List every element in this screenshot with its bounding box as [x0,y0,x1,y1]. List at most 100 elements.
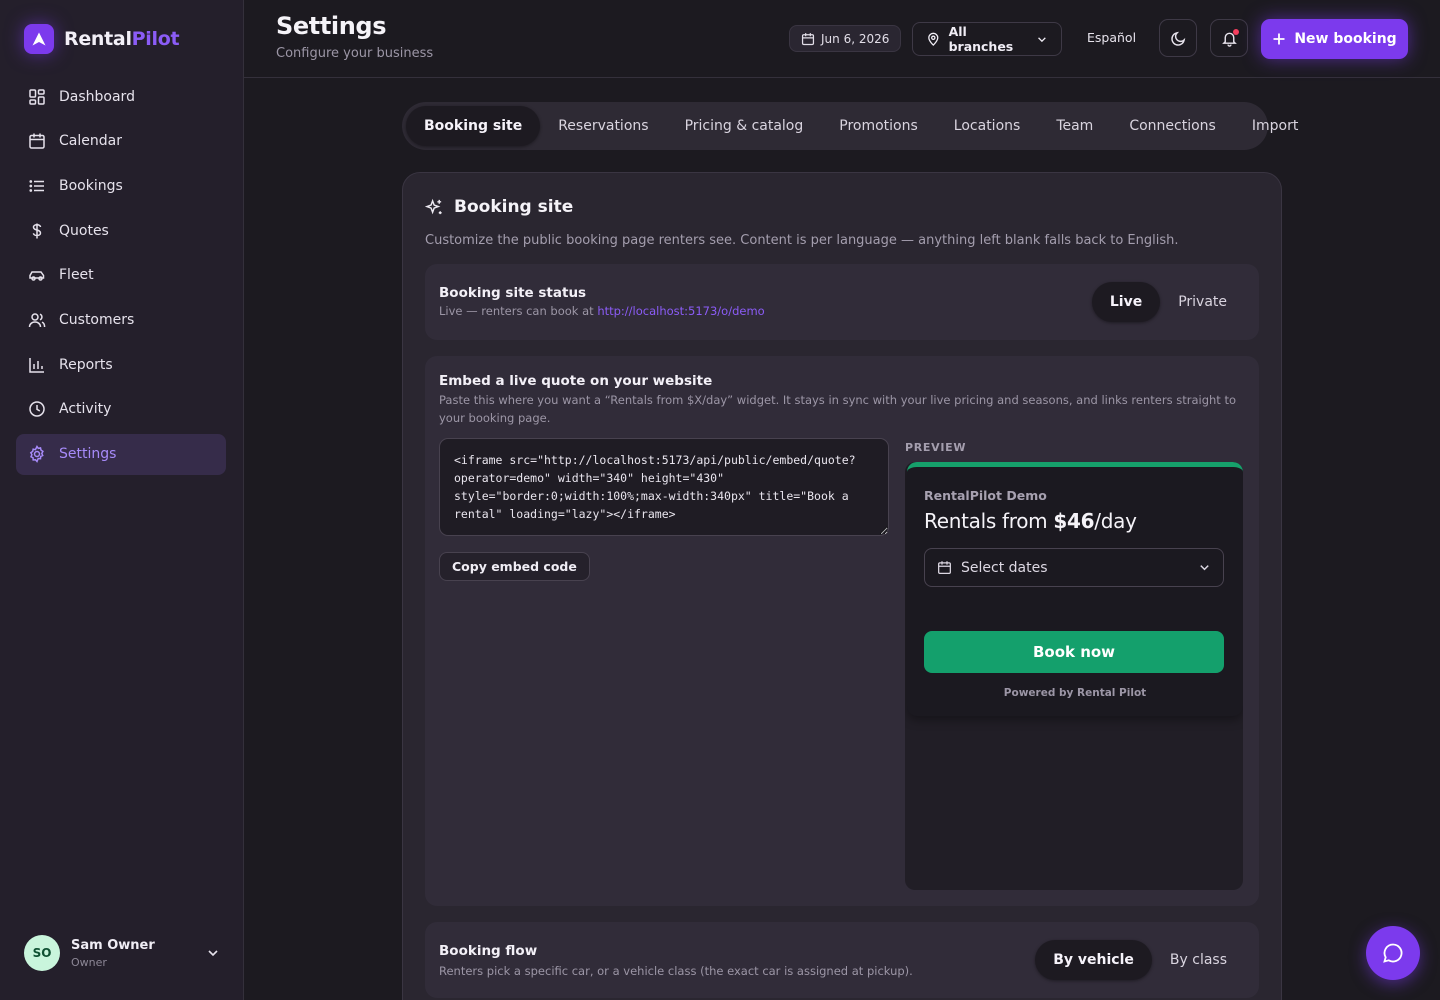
tab-locations[interactable]: Locations [936,106,1039,146]
dashboard-icon [29,88,45,105]
brand-name: RentalPilot [64,28,180,50]
sidebar-item-customers[interactable]: Customers [16,299,226,340]
widget-book-now-button[interactable]: Book now [924,631,1224,673]
brand-name-part1: Rental [64,28,132,50]
notification-dot [1233,29,1239,35]
card-description: Customize the public booking page renter… [425,233,1179,248]
flow-option-by-class[interactable]: By class [1152,940,1245,980]
calendar-icon [938,561,951,574]
sidebar-item-label: Bookings [59,177,123,194]
sidebar-item-settings[interactable]: Settings [16,433,226,475]
map-pin-icon [928,32,939,46]
page-subtitle: Configure your business [276,46,434,61]
tab-promotions[interactable]: Promotions [821,106,936,146]
user-menu[interactable]: SO Sam Owner Owner [24,935,220,971]
date-chip[interactable]: Jun 6, 2026 [789,25,902,52]
theme-toggle-button[interactable] [1159,19,1197,57]
sidebar-item-label: Reports [59,356,113,373]
status-option-private[interactable]: Private [1160,282,1245,322]
brand-logo[interactable]: RentalPilot [24,24,180,54]
avatar: SO [24,935,60,971]
flow-description: Renters pick a specific car, or a vehicl… [439,964,913,978]
car-icon [29,271,45,281]
flow-option-by-vehicle[interactable]: By vehicle [1035,940,1152,980]
widget-rate: Rentals from $46/day [924,509,1137,533]
sidebar-item-calendar[interactable]: Calendar [16,121,226,162]
branch-select[interactable]: All branches [912,22,1062,56]
sidebar-item-label: Quotes [59,222,109,239]
sidebar-nav: Dashboard Calendar Bookings Quotes Fleet… [16,76,226,478]
notifications-button[interactable] [1210,19,1248,57]
booking-flow-panel: Booking flow Renters pick a specific car… [425,922,1259,998]
embed-title: Embed a live quote on your website [439,373,713,389]
chevron-down-icon [1038,36,1046,42]
widget-rate-suffix: /day [1094,509,1137,533]
language-switch[interactable]: Español [1087,30,1136,45]
widget-rate-value: $46 [1053,509,1095,533]
flow-title: Booking flow [439,943,538,959]
new-booking-label: New booking [1294,31,1397,47]
tab-pricing-catalog[interactable]: Pricing & catalog [667,106,822,146]
sidebar-item-label: Customers [59,311,135,328]
embed-code-textarea[interactable]: <iframe src="http://localhost:5173/api/p… [439,438,889,536]
date-label: Jun 6, 2026 [821,31,890,46]
chat-bubble-icon [1383,943,1403,963]
widget-operator: RentalPilot Demo [924,488,1047,503]
moon-icon [1170,31,1185,46]
chat-button[interactable] [1366,926,1420,980]
sidebar-item-bookings[interactable]: Bookings [16,165,226,206]
sidebar-item-reports[interactable]: Reports [16,344,226,385]
status-desc-text: Live — renters can book at [439,304,598,318]
preview-area: RentalPilot Demo Rentals from $46/day Se… [905,462,1243,890]
page-header: Settings Configure your business Jun 6, … [244,0,1440,78]
sidebar-item-dashboard[interactable]: Dashboard [16,76,226,117]
user-name: Sam Owner [71,937,155,953]
sidebar-item-quotes[interactable]: Quotes [16,210,226,251]
sidebar-item-activity[interactable]: Activity [16,389,226,430]
chevron-down-icon[interactable] [206,946,220,960]
list-icon [29,180,44,192]
embed-panel: Embed a live quote on your website Paste… [425,356,1259,906]
card-title: Booking site [425,197,573,217]
booking-site-status-panel: Booking site status Live — renters can b… [425,264,1259,340]
tab-reservations[interactable]: Reservations [540,106,666,146]
new-booking-button[interactable]: New booking [1261,19,1408,59]
sidebar-item-label: Activity [59,401,112,418]
branch-label: All branches [948,24,1014,54]
status-title: Booking site status [439,285,587,301]
calendar-icon [801,32,815,45]
widget-select-label: Select dates [961,559,1048,576]
brand-name-part2: Pilot [131,28,180,50]
sidebar-item-label: Calendar [59,133,122,150]
settings-tabs: Booking site Reservations Pricing & cata… [402,102,1298,150]
status-option-live[interactable]: Live [1091,282,1161,322]
embed-description: Paste this where you want a “Rentals fro… [439,393,1236,425]
sparkles-icon [425,198,442,214]
booking-site-link[interactable]: http://localhost:5173/o/demo [597,304,764,318]
status-description: Live — renters can book at http://localh… [439,302,765,320]
quote-widget: RentalPilot Demo Rentals from $46/day Se… [907,462,1243,716]
sidebar-item-fleet[interactable]: Fleet [16,255,226,296]
sidebar: RentalPilot Dashboard Calendar Bookings … [0,0,244,1000]
tab-team[interactable]: Team [1038,106,1111,146]
bar-chart-icon [29,357,44,373]
flow-toggle: By vehicle By class [1035,936,1245,984]
logo-a-icon [24,24,54,54]
tab-connections[interactable]: Connections [1111,106,1234,146]
dollar-icon [32,223,42,239]
status-toggle: Live Private [1091,278,1245,326]
tab-import[interactable]: Import [1234,106,1316,146]
booking-site-card: Booking site Customize the public bookin… [402,172,1282,1000]
user-role: Owner [71,955,107,969]
card-title-text: Booking site [454,197,574,217]
widget-rate-prefix: Rentals from [924,509,1054,533]
page-title: Settings [276,12,387,40]
calendar-icon [29,133,45,149]
widget-powered-by: Powered by Rental Pilot [1003,687,1147,699]
plus-icon [1273,33,1285,45]
clock-icon [29,401,45,418]
tab-booking-site[interactable]: Booking site [406,106,541,146]
widget-date-select[interactable]: Select dates [924,548,1224,587]
copy-embed-code-button[interactable]: Copy embed code [439,552,590,581]
chevron-down-icon [1200,565,1209,571]
